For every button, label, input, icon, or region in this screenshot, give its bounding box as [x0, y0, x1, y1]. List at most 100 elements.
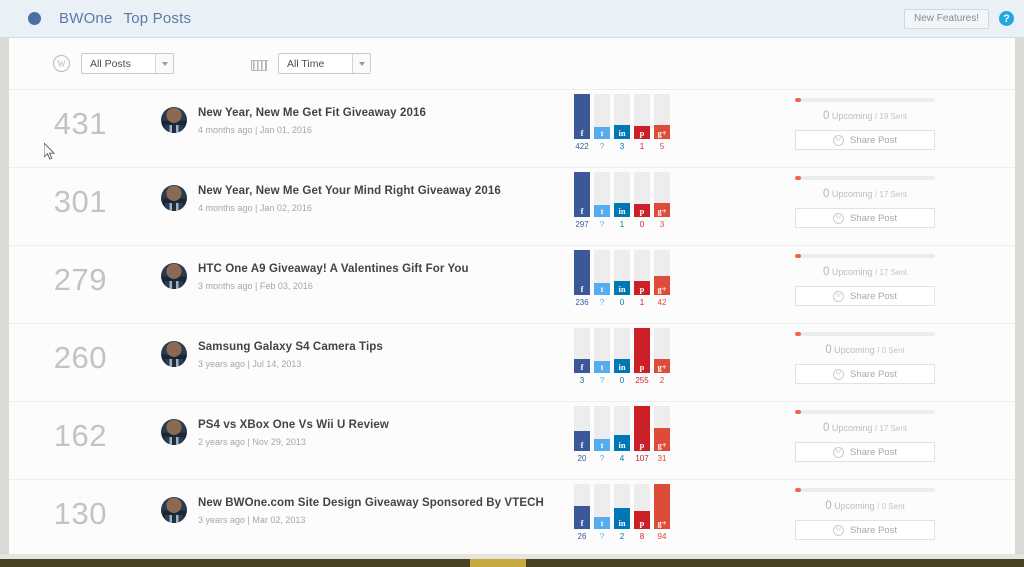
table-row[interactable]: 431 New Year, New Me Get Fit Giveaway 20… [9, 90, 1015, 168]
social-stat-twitter[interactable]: t ? [594, 250, 610, 307]
social-stat-twitter[interactable]: t ? [594, 406, 610, 463]
social-stat-linkedin[interactable]: in 4 [614, 406, 630, 463]
share-post-button[interactable]: Share Post [795, 520, 935, 540]
table-row[interactable]: 130 New BWOne.com Site Design Giveaway S… [9, 480, 1015, 554]
social-stat-googleplus[interactable]: g+ 42 [654, 250, 670, 307]
post-title[interactable]: PS4 vs XBox One Vs Wii U Review [198, 419, 578, 431]
help-icon[interactable]: ? [999, 11, 1014, 26]
social-stat-facebook[interactable]: f 297 [574, 172, 590, 229]
share-post-button[interactable]: Share Post [795, 130, 935, 150]
pinterest-icon: p [634, 517, 650, 529]
social-stat-linkedin[interactable]: in 0 [614, 328, 630, 385]
table-row[interactable]: 162 PS4 vs XBox One Vs Wii U Review 2 ye… [9, 402, 1015, 480]
social-stat-pinterest[interactable]: p 255 [634, 328, 650, 385]
post-info: New Year, New Me Get Your Mind Right Giv… [198, 185, 578, 213]
social-stat-linkedin[interactable]: in 0 [614, 250, 630, 307]
share-bar-track-twitter [594, 484, 610, 517]
share-count-facebook: 297 [575, 220, 589, 229]
share-post-label: Share Post [850, 290, 897, 302]
social-stat-facebook[interactable]: f 422 [574, 94, 590, 151]
sent-count: / 17 Sent [874, 268, 907, 277]
post-title[interactable]: HTC One A9 Giveaway! A Valentines Gift F… [198, 263, 578, 275]
share-post-button[interactable]: Share Post [795, 286, 935, 306]
time-filter-value: All Time [287, 57, 325, 70]
social-stat-twitter[interactable]: t ? [594, 172, 610, 229]
upcoming-label: Upcoming [834, 501, 875, 511]
upcoming-status: 0 Upcoming / 19 Sent [795, 110, 935, 122]
post-rank: 279 [53, 262, 107, 297]
twitter-icon: t [594, 517, 610, 529]
chevron-down-icon[interactable] [155, 54, 173, 73]
social-stat-pinterest[interactable]: p 1 [634, 94, 650, 151]
facebook-icon: f [574, 361, 590, 373]
share-bar-track-pinterest [634, 406, 650, 439]
chevron-down-icon[interactable] [352, 54, 370, 73]
post-title[interactable]: New Year, New Me Get Fit Giveaway 2016 [198, 107, 578, 119]
new-features-button[interactable]: New Features! [903, 8, 989, 29]
social-stat-facebook[interactable]: f 20 [574, 406, 590, 463]
share-bar-fill-facebook [574, 94, 590, 127]
social-stat-linkedin[interactable]: in 2 [614, 484, 630, 541]
calendar-icon [250, 55, 268, 71]
share-bar-track-twitter [594, 328, 610, 361]
post-title[interactable]: New Year, New Me Get Your Mind Right Giv… [198, 185, 578, 197]
googleplus-icon: g+ [654, 361, 670, 373]
upcoming-status: 0 Upcoming / 17 Sent [795, 266, 935, 278]
post-schedule-stats: 0 Upcoming / 19 Sent Share Post [795, 90, 935, 150]
social-stat-googleplus[interactable]: g+ 5 [654, 94, 670, 151]
table-row[interactable]: 279 HTC One A9 Giveaway! A Valentines Gi… [9, 246, 1015, 324]
share-count-googleplus: 2 [659, 376, 665, 385]
share-post-button[interactable]: Share Post [795, 442, 935, 462]
share-bar-track-googleplus [654, 94, 670, 127]
social-stat-facebook[interactable]: f 26 [574, 484, 590, 541]
upcoming-count: 0 [823, 110, 830, 122]
share-bar-fill-pinterest [634, 126, 650, 127]
taskbar-active-tab[interactable] [470, 559, 526, 567]
table-row[interactable]: 260 Samsung Galaxy S4 Camera Tips 3 year… [9, 324, 1015, 402]
post-filter-select[interactable]: All Posts [81, 53, 174, 74]
share-post-button[interactable]: Share Post [795, 208, 935, 228]
facebook-icon: f [574, 205, 590, 217]
social-stat-googleplus[interactable]: g+ 2 [654, 328, 670, 385]
social-stat-googleplus[interactable]: g+ 94 [654, 484, 670, 541]
social-stat-facebook[interactable]: f 3 [574, 328, 590, 385]
share-bar-fill-googleplus [654, 276, 670, 283]
social-stat-twitter[interactable]: t ? [594, 484, 610, 541]
social-stat-googleplus[interactable]: g+ 3 [654, 172, 670, 229]
social-stat-pinterest[interactable]: p 0 [634, 172, 650, 229]
pinterest-icon: p [634, 361, 650, 373]
sent-count: / 0 Sent [877, 502, 905, 511]
table-row[interactable]: 301 New Year, New Me Get Your Mind Right… [9, 168, 1015, 246]
social-stat-pinterest[interactable]: p 8 [634, 484, 650, 541]
post-title[interactable]: New BWOne.com Site Design Giveaway Spons… [198, 497, 578, 509]
share-post-label: Share Post [850, 524, 897, 536]
upcoming-label: Upcoming [831, 267, 873, 277]
social-stat-twitter[interactable]: t ? [594, 328, 610, 385]
share-count-googleplus: 42 [657, 298, 667, 307]
share-count-facebook: 3 [579, 376, 585, 385]
linkedin-icon: in [614, 205, 630, 217]
social-stat-linkedin[interactable]: in 3 [614, 94, 630, 151]
share-bar-fill-googleplus [654, 484, 670, 517]
social-stat-twitter[interactable]: t ? [594, 94, 610, 151]
social-stat-facebook[interactable]: f 236 [574, 250, 590, 307]
share-count-googleplus: 5 [659, 142, 665, 151]
share-post-label: Share Post [850, 212, 897, 224]
twitter-icon: t [594, 283, 610, 295]
twitter-icon: t [594, 127, 610, 139]
social-share-chart: f 20 t ? in 4 p 107 g+ 31 [574, 402, 674, 480]
share-count-pinterest: 1 [639, 298, 645, 307]
share-post-button[interactable]: Share Post [795, 364, 935, 384]
share-bar-track-googleplus [654, 250, 670, 283]
share-bar-fill-linkedin [614, 125, 630, 127]
social-stat-googleplus[interactable]: g+ 31 [654, 406, 670, 463]
social-stat-linkedin[interactable]: in 1 [614, 172, 630, 229]
social-share-chart: f 422 t ? in 3 p 1 g+ 5 [574, 90, 674, 168]
wordpress-icon [833, 368, 844, 380]
brand-name[interactable]: BWOne [59, 10, 113, 27]
social-stat-pinterest[interactable]: p 107 [634, 406, 650, 463]
top-bar-right: New Features! ? [903, 8, 1014, 29]
social-stat-pinterest[interactable]: p 1 [634, 250, 650, 307]
time-filter-select[interactable]: All Time [278, 53, 371, 74]
post-title[interactable]: Samsung Galaxy S4 Camera Tips [198, 341, 578, 353]
